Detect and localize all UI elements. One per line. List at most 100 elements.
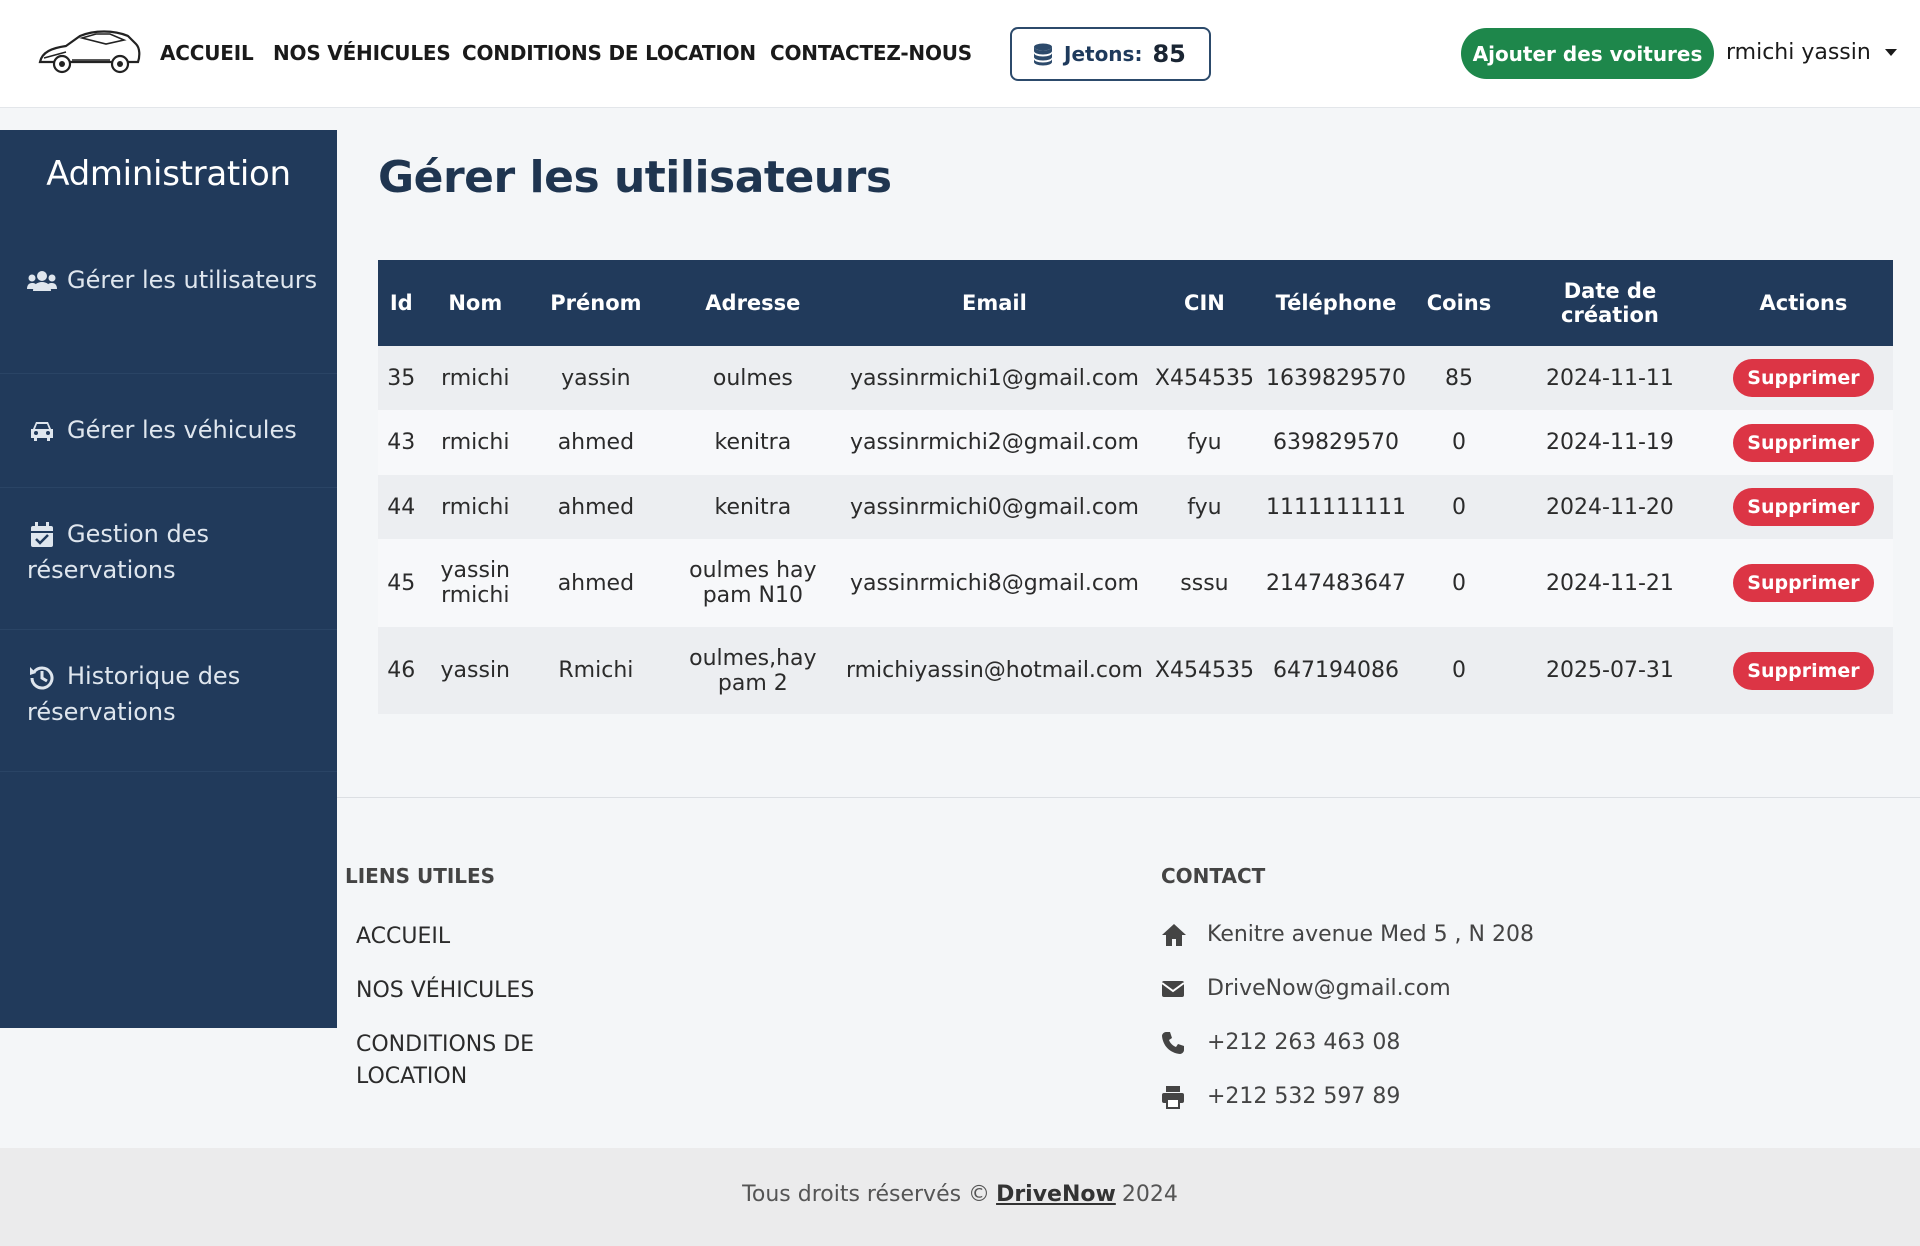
cell-email: yassinrmichi0@gmail.com	[839, 475, 1149, 539]
cell-prenom: ahmed	[526, 475, 666, 539]
cell-email: yassinrmichi1@gmail.com	[839, 346, 1149, 410]
cell-actions: Supprimer	[1713, 410, 1893, 475]
cell-coins: 0	[1411, 410, 1507, 475]
column-header-coins: Coins	[1411, 260, 1507, 346]
sidebar-item-vehicles[interactable]: Gérer les véhicules	[0, 374, 337, 488]
cell-date: 2025-07-31	[1506, 627, 1714, 714]
user-name: rmichi yassin	[1726, 40, 1871, 65]
users-table: Id Nom Prénom Adresse Email CIN Téléphon…	[378, 260, 1893, 714]
cell-date: 2024-11-20	[1506, 475, 1714, 539]
footer-contact-heading: CONTACT	[1161, 864, 1266, 888]
cell-cin: X454535	[1148, 627, 1260, 714]
users-icon	[27, 271, 57, 291]
sidebar-item-reservations[interactable]: Gestion des réservations	[0, 488, 337, 630]
cell-prenom: ahmed	[526, 539, 666, 627]
footer-link-accueil[interactable]: ACCUEIL	[356, 921, 450, 953]
nav-contactez-nous[interactable]: CONTACTEZ-NOUS	[770, 41, 972, 65]
column-header-prenom: Prénom	[526, 260, 666, 346]
car-icon	[31, 422, 53, 441]
phone-icon	[1161, 1031, 1189, 1055]
cell-date: 2024-11-21	[1506, 539, 1714, 627]
contact-address-text: Kenitre avenue Med 5 , N 208	[1207, 922, 1534, 947]
copyright-year: 2024	[1121, 1182, 1178, 1207]
cell-prenom: ahmed	[526, 410, 666, 475]
footer-link-nos-vehicules[interactable]: NOS VÉHICULES	[356, 975, 534, 1007]
cell-nom: yassin rmichi	[424, 539, 526, 627]
car-logo-icon[interactable]	[36, 22, 142, 82]
cell-coins: 0	[1411, 627, 1507, 714]
cell-nom: rmichi	[424, 475, 526, 539]
coins-counter[interactable]: Jetons: 85	[1010, 27, 1211, 81]
table-row: 43 rmichi ahmed kenitra yassinrmichi2@gm…	[378, 410, 1893, 475]
column-header-email: Email	[839, 260, 1149, 346]
cell-adresse: kenitra	[665, 475, 840, 539]
cell-actions: Supprimer	[1713, 539, 1893, 627]
user-dropdown[interactable]: rmichi yassin	[1726, 40, 1897, 65]
cell-email: rmichiyassin@hotmail.com	[839, 627, 1149, 714]
cell-date: 2024-11-11	[1506, 346, 1714, 410]
cell-cin: fyu	[1148, 475, 1260, 539]
cell-telephone: 1111111111	[1259, 475, 1412, 539]
delete-user-button[interactable]: Supprimer	[1733, 564, 1874, 602]
cell-adresse: oulmes hay pam N10	[665, 539, 840, 627]
nav-accueil[interactable]: ACCUEIL	[160, 41, 254, 65]
delete-user-button[interactable]: Supprimer	[1733, 423, 1874, 462]
history-icon	[30, 666, 54, 690]
contact-email: DriveNow@gmail.com	[1161, 976, 1451, 1001]
admin-sidebar: Administration Gérer les utilisateurs Gé…	[0, 130, 337, 1028]
home-icon	[1161, 923, 1189, 947]
cell-email: yassinrmichi2@gmail.com	[839, 410, 1149, 475]
caret-down-icon	[1884, 49, 1897, 56]
copyright-text: Tous droits réservés ©	[742, 1182, 991, 1207]
coins-label: Jetons:	[1064, 42, 1143, 66]
delete-user-button[interactable]: Supprimer	[1733, 359, 1874, 397]
nav-nos-vehicules[interactable]: NOS VÉHICULES	[273, 41, 451, 65]
cell-telephone: 647194086	[1259, 627, 1412, 714]
sidebar-item-label: Historique des réservations	[27, 662, 241, 726]
printer-icon	[1161, 1085, 1189, 1109]
column-header-actions: Actions	[1713, 260, 1893, 346]
cell-email: yassinrmichi8@gmail.com	[839, 539, 1149, 627]
cell-cin: X454535	[1148, 346, 1260, 410]
column-header-nom: Nom	[424, 260, 526, 346]
top-navbar: ACCUEIL NOS VÉHICULES CONDITIONS DE LOCA…	[0, 0, 1920, 108]
table-header-row: Id Nom Prénom Adresse Email CIN Téléphon…	[378, 260, 1893, 346]
coins-value: 85	[1152, 40, 1186, 68]
sidebar-item-history[interactable]: Historique des réservations	[0, 630, 337, 772]
sidebar-item-users[interactable]: Gérer les utilisateurs	[0, 234, 337, 374]
column-header-date-creation: Date de création	[1506, 260, 1714, 346]
contact-email-text: DriveNow@gmail.com	[1207, 976, 1451, 1001]
copyright-bar: Tous droits réservés © DriveNow 2024	[0, 1148, 1920, 1246]
footer-link-conditions[interactable]: CONDITIONS DE LOCATION	[356, 1029, 556, 1093]
delete-user-button[interactable]: Supprimer	[1733, 651, 1874, 690]
cell-id: 46	[378, 627, 425, 714]
table-row: 46 yassin Rmichi oulmes,hay pam 2 rmichi…	[378, 627, 1893, 714]
cell-coins: 0	[1411, 475, 1507, 539]
cell-prenom: yassin	[526, 346, 666, 410]
cell-coins: 0	[1411, 539, 1507, 627]
nav-conditions-location[interactable]: CONDITIONS DE LOCATION	[462, 41, 756, 65]
cell-telephone: 2147483647	[1259, 539, 1412, 627]
page-title: Gérer les utilisateurs	[378, 152, 892, 203]
table-row: 35 rmichi yassin oulmes yassinrmichi1@gm…	[378, 346, 1893, 410]
cell-nom: rmichi	[424, 346, 526, 410]
delete-user-button[interactable]: Supprimer	[1733, 488, 1874, 526]
column-header-id: Id	[378, 260, 425, 346]
table-row: 44 rmichi ahmed kenitra yassinrmichi0@gm…	[378, 475, 1893, 539]
brand-link[interactable]: DriveNow	[996, 1182, 1116, 1246]
add-cars-button[interactable]: Ajouter des voitures	[1461, 28, 1714, 79]
cell-actions: Supprimer	[1713, 346, 1893, 410]
cell-telephone: 1639829570	[1259, 346, 1412, 410]
footer-links-heading: LIENS UTILES	[345, 864, 496, 888]
cell-actions: Supprimer	[1713, 475, 1893, 539]
envelope-icon	[1161, 980, 1189, 998]
footer-divider	[337, 797, 1920, 798]
cell-cin: sssu	[1148, 539, 1260, 627]
contact-fax-text: +212 532 597 89	[1207, 1084, 1401, 1109]
sidebar-item-label: Gérer les utilisateurs	[67, 266, 318, 294]
contact-phone: +212 263 463 08	[1161, 1030, 1400, 1055]
cell-adresse: oulmes	[665, 346, 840, 410]
calendar-check-icon	[31, 522, 53, 547]
contact-phone-text: +212 263 463 08	[1207, 1030, 1401, 1055]
contact-address: Kenitre avenue Med 5 , N 208	[1161, 922, 1534, 947]
